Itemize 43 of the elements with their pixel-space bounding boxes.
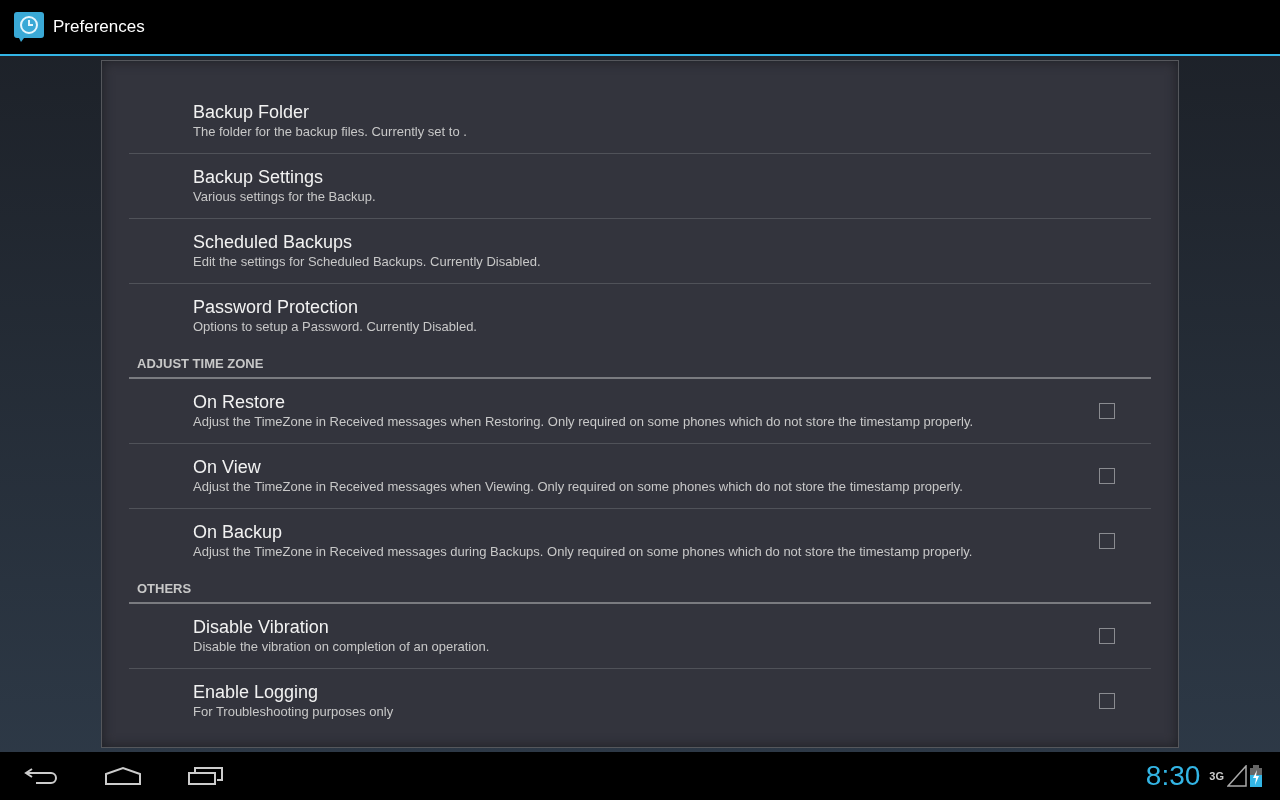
checkbox[interactable] — [1099, 693, 1115, 709]
preference-summary: Edit the settings for Scheduled Backups. Currently Disabled. — [193, 253, 542, 271]
signal-icon — [1227, 765, 1247, 787]
preference-title: Disable Vibration — [193, 616, 330, 638]
preference-title: Scheduled Backups — [193, 231, 354, 253]
preference-summary: Options to setup a Password. Currently Disabled. — [193, 318, 478, 336]
preference-summary: Disable the vibration on completion of an operation. — [193, 638, 491, 656]
preference-summary: Adjust the TimeZone in Received messages when Viewing. Only required on some phones which do not store the timestamp properly. — [193, 478, 964, 496]
preference-summary: Various settings for the Backup. — [193, 188, 377, 206]
preference-title: Backup Settings — [193, 166, 325, 188]
preference-title: Enable Logging — [193, 681, 320, 703]
back-icon[interactable] — [24, 767, 58, 785]
preference-summary: Adjust the TimeZone in Received messages when Restoring. Only required on some phones which do not store the timestamp properly. — [193, 413, 975, 431]
preference-row[interactable]: On Backup Adjust the TimeZone in Received messages during Backups. Only required on some phones which do not store the timestamp properly. — [129, 509, 1151, 573]
preference-row[interactable]: On View Adjust the TimeZone in Received messages when Viewing. Only required on some phones which do not store the timestamp properly. — [129, 444, 1151, 509]
checkbox[interactable] — [1099, 468, 1115, 484]
checkbox[interactable] — [1099, 628, 1115, 644]
preference-title: On Backup — [193, 521, 284, 543]
preference-row[interactable]: Disable Vibration Disable the vibration on completion of an operation. — [129, 604, 1151, 669]
checkbox[interactable] — [1099, 403, 1115, 419]
clock: 8:30 — [1145, 760, 1201, 792]
preference-title: On View — [193, 456, 262, 478]
preference-summary: Adjust the TimeZone in Received messages during Backups. Only required on some phones which do not store the timestamp properly. — [193, 543, 974, 561]
preference-summary: For Troubleshooting purposes only — [193, 703, 395, 721]
network-type: 3G — [1209, 770, 1224, 782]
preference-title: Backup Folder — [193, 101, 311, 123]
preference-row[interactable]: Scheduled Backups Edit the settings for Scheduled Backups. Currently Disabled. — [129, 219, 1151, 284]
checkbox[interactable] — [1099, 533, 1115, 549]
preference-row[interactable]: Password Protection Options to setup a Password. Currently Disabled. — [129, 284, 1151, 348]
preference-row[interactable]: Backup Folder The folder for the backup files. Currently set to . — [129, 89, 1151, 154]
preference-summary: The folder for the backup files. Currently set to . — [193, 123, 468, 141]
recent-apps-icon[interactable] — [188, 766, 224, 786]
battery-icon — [1250, 765, 1262, 787]
preference-row[interactable]: Backup Settings Various settings for the Backup. — [129, 154, 1151, 219]
preference-row[interactable]: Enable Logging For Troubleshooting purposes only — [129, 669, 1151, 733]
section-header: OTHERS — [129, 573, 1151, 604]
clock-icon[interactable] — [13, 11, 45, 43]
preference-title: Password Protection — [193, 296, 360, 318]
preference-title: On Restore — [193, 391, 287, 413]
preference-row[interactable]: On Restore Adjust the TimeZone in Received messages when Restoring. Only required on some phones which do not store the timestamp properly. — [129, 379, 1151, 444]
home-icon[interactable] — [104, 766, 142, 786]
section-header: ADJUST TIME ZONE — [129, 348, 1151, 379]
screen-title: Preferences — [53, 17, 145, 37]
